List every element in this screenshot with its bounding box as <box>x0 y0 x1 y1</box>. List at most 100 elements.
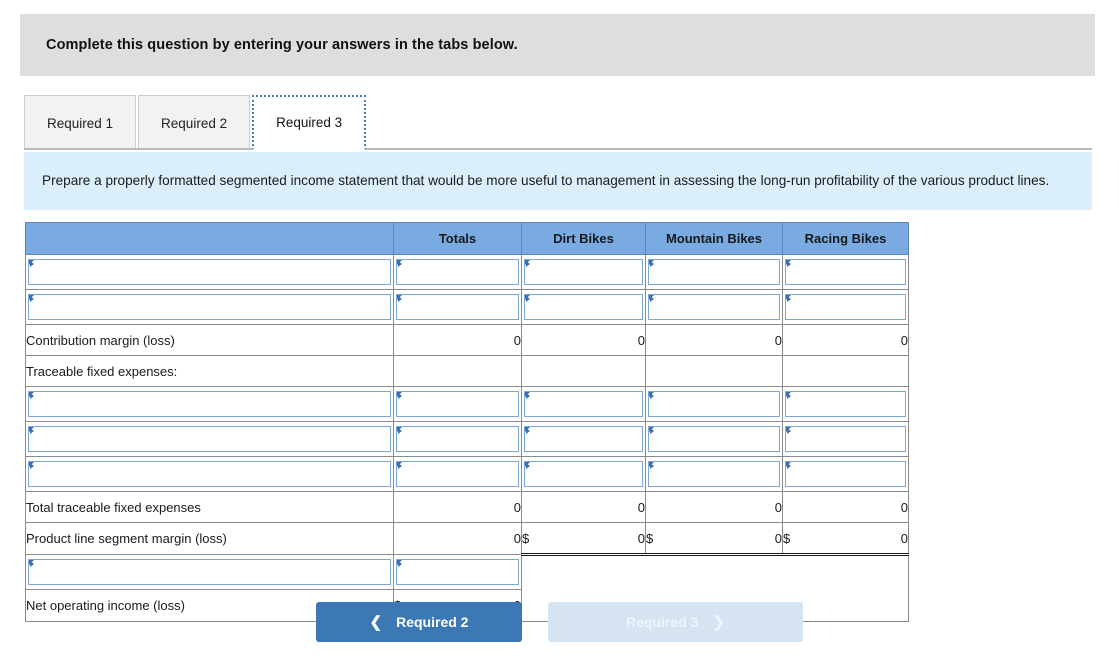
row-5-dirt-input[interactable] <box>524 426 643 452</box>
row-1-mountain-input[interactable] <box>648 294 780 320</box>
row-9-totals-input[interactable] <box>396 559 519 585</box>
row-4-totals-cell[interactable] <box>393 386 522 422</box>
row-5-mountain-cell[interactable] <box>645 421 783 457</box>
row-6-dirt-cell[interactable] <box>521 456 646 492</box>
row-1-dirt-cell[interactable] <box>521 289 646 325</box>
cell-value: 0 <box>774 499 782 515</box>
row-0-mountain-input[interactable] <box>648 259 780 285</box>
table-row <box>25 421 909 457</box>
row-6-racing-cell[interactable] <box>782 456 909 492</box>
row-6-dirt-input[interactable] <box>524 461 643 487</box>
table-row: Total traceable fixed expenses 0 0 0 0 <box>25 491 909 523</box>
column-header-blank <box>25 222 394 255</box>
table-row <box>25 254 909 290</box>
row-segment-margin-racing: $ 0 <box>782 522 909 556</box>
row-0-racing-cell[interactable] <box>782 254 909 290</box>
row-5-mountain-input[interactable] <box>648 426 780 452</box>
row-1-dirt-input[interactable] <box>524 294 643 320</box>
currency-symbol: $ <box>646 530 654 546</box>
row-total-traceable-totals: 0 <box>393 491 522 523</box>
row-4-racing-input[interactable] <box>785 391 906 417</box>
row-1-racing-input[interactable] <box>785 294 906 320</box>
row-total-traceable-label: Total traceable fixed expenses <box>25 491 394 523</box>
row-4-totals-input[interactable] <box>396 391 519 417</box>
cell-value: 0 <box>513 332 521 348</box>
row-4-dirt-cell[interactable] <box>521 386 646 422</box>
instructions-text: Prepare a properly formatted segmented i… <box>42 173 1050 188</box>
row-5-racing-input[interactable] <box>785 426 906 452</box>
row-contribution-margin-label: Contribution margin (loss) <box>25 324 394 356</box>
table-header-row: Totals Dirt Bikes Mountain Bikes Racing … <box>25 222 909 255</box>
cell-value: 0 <box>637 530 645 546</box>
row-contribution-margin-totals: 0 <box>393 324 522 356</box>
row-6-label-cell[interactable] <box>25 456 394 492</box>
row-segment-margin-mountain: $ 0 <box>645 522 783 556</box>
cell-value: 0 <box>637 499 645 515</box>
row-9-totals-cell[interactable] <box>393 554 522 590</box>
requirement-tabs: Required 1 Required 2 Required 3 <box>24 92 1092 150</box>
column-header-totals: Totals <box>393 222 522 255</box>
row-5-racing-cell[interactable] <box>782 421 909 457</box>
row-1-label-cell[interactable] <box>25 289 394 325</box>
currency-symbol: $ <box>522 530 530 546</box>
cell-value: 0 <box>513 531 521 546</box>
row-9-label-input[interactable] <box>28 559 391 585</box>
cell-value: 0 <box>637 332 645 348</box>
row-4-dirt-input[interactable] <box>524 391 643 417</box>
row-total-traceable-dirt: 0 <box>521 491 646 523</box>
row-0-label-cell[interactable] <box>25 254 394 290</box>
row-0-mountain-cell[interactable] <box>645 254 783 290</box>
row-0-racing-input[interactable] <box>785 259 906 285</box>
row-6-totals-input[interactable] <box>396 461 519 487</box>
row-0-dirt-input[interactable] <box>524 259 643 285</box>
row-6-mountain-cell[interactable] <box>645 456 783 492</box>
instructions-panel: Prepare a properly formatted segmented i… <box>24 152 1092 210</box>
row-4-label-cell[interactable] <box>25 386 394 422</box>
row-contribution-margin-dirt: 0 <box>521 324 646 356</box>
row-traceable-fixed-expenses-mountain <box>645 355 783 387</box>
row-0-dirt-cell[interactable] <box>521 254 646 290</box>
row-total-traceable-racing: 0 <box>782 491 909 523</box>
row-5-label-cell[interactable] <box>25 421 394 457</box>
row-1-label-input[interactable] <box>28 294 391 320</box>
row-0-totals-cell[interactable] <box>393 254 522 290</box>
column-header-racing-bikes: Racing Bikes <box>782 222 909 255</box>
row-4-mountain-input[interactable] <box>648 391 780 417</box>
row-6-racing-input[interactable] <box>785 461 906 487</box>
tab-required-1[interactable]: Required 1 <box>24 95 137 150</box>
row-1-totals-cell[interactable] <box>393 289 522 325</box>
currency-symbol: $ <box>783 530 791 546</box>
row-5-dirt-cell[interactable] <box>521 421 646 457</box>
segmented-income-statement-table: Totals Dirt Bikes Mountain Bikes Racing … <box>25 222 909 623</box>
row-0-totals-input[interactable] <box>396 259 519 285</box>
column-header-mountain-bikes: Mountain Bikes <box>645 222 783 255</box>
row-5-totals-cell[interactable] <box>393 421 522 457</box>
row-5-totals-input[interactable] <box>396 426 519 452</box>
previous-requirement-button[interactable]: ❮ Required 2 <box>316 602 522 642</box>
row-4-racing-cell[interactable] <box>782 386 909 422</box>
tab-required-2[interactable]: Required 2 <box>138 95 251 150</box>
cell-value: 0 <box>900 499 908 515</box>
row-6-mountain-input[interactable] <box>648 461 780 487</box>
tab-required-3[interactable]: Required 3 <box>252 95 367 150</box>
row-contribution-margin-mountain: 0 <box>645 324 783 356</box>
row-traceable-fixed-expenses-dirt <box>521 355 646 387</box>
chevron-right-icon: ❯ <box>712 613 725 631</box>
row-6-totals-cell[interactable] <box>393 456 522 492</box>
row-1-totals-input[interactable] <box>396 294 519 320</box>
row-4-mountain-cell[interactable] <box>645 386 783 422</box>
wizard-navigation: ❮ Required 2 Required 3 ❯ <box>0 602 1119 642</box>
next-requirement-button[interactable]: Required 3 ❯ <box>548 602 803 642</box>
row-1-racing-cell[interactable] <box>782 289 909 325</box>
row-1-mountain-cell[interactable] <box>645 289 783 325</box>
row-5-label-input[interactable] <box>28 426 391 452</box>
row-6-label-input[interactable] <box>28 461 391 487</box>
row-segment-margin-dirt: $ 0 <box>521 522 646 556</box>
table-row: Traceable fixed expenses: <box>25 355 909 387</box>
row-4-label-input[interactable] <box>28 391 391 417</box>
table-row <box>25 289 909 325</box>
next-requirement-label: Required 3 <box>626 614 699 630</box>
row-9-label-cell[interactable] <box>25 554 394 590</box>
row-0-label-input[interactable] <box>28 259 391 285</box>
row-total-traceable-mountain: 0 <box>645 491 783 523</box>
